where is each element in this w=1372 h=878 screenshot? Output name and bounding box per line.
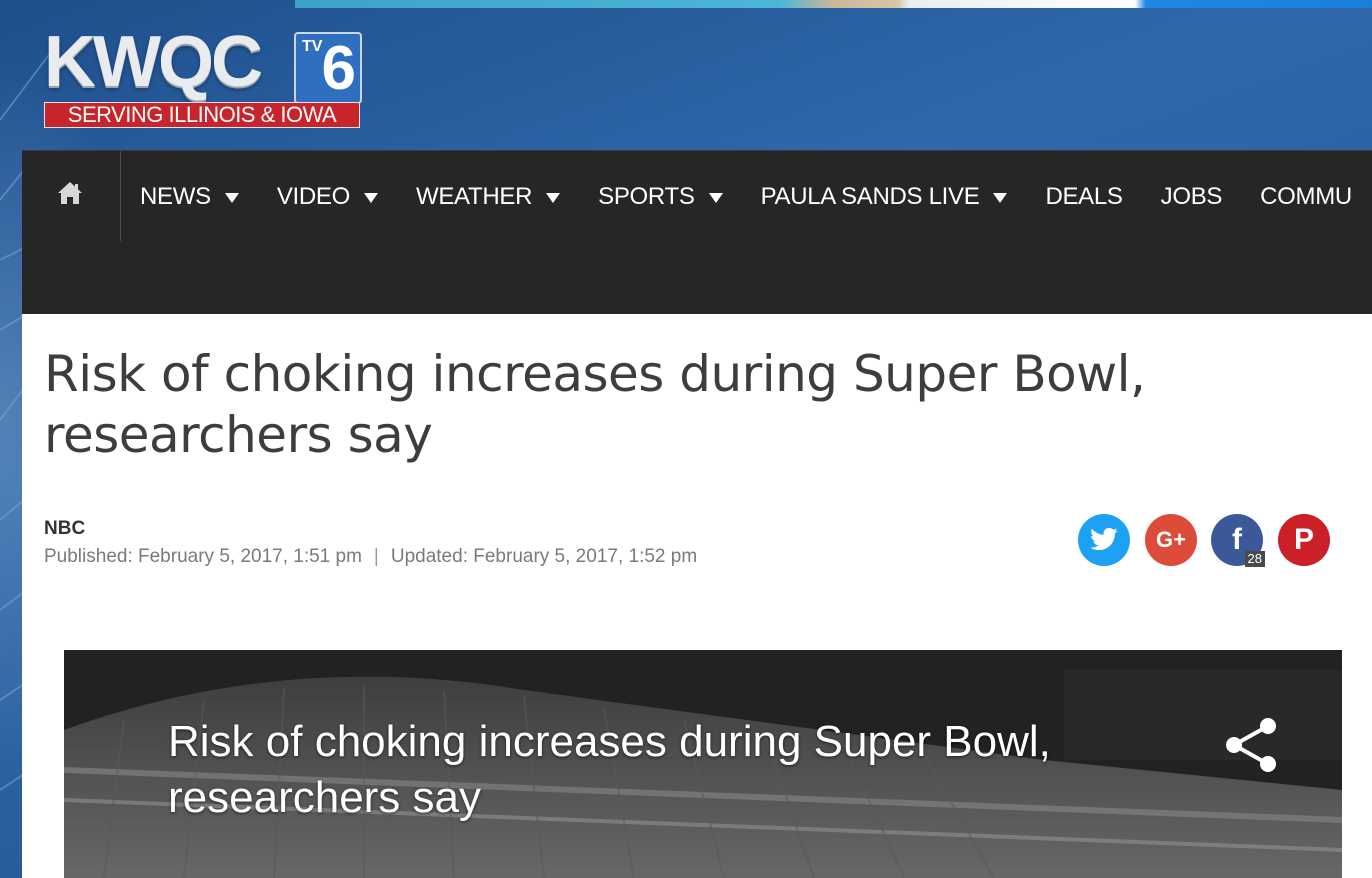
video-title: Risk of choking increases during Super B… bbox=[168, 717, 1051, 822]
nav-item-label: JOBS bbox=[1160, 183, 1223, 210]
published-date: Published: February 5, 2017, 1:51 pm bbox=[44, 546, 362, 567]
facebook-icon: f bbox=[1232, 523, 1242, 556]
twitter-icon bbox=[1090, 527, 1118, 551]
article-dates: Published: February 5, 2017, 1:51 pm | Upd… bbox=[44, 546, 697, 568]
logo-tv-label: TV bbox=[302, 38, 323, 55]
logo-channel-badge: TV 6 bbox=[294, 32, 362, 104]
nav-item-news[interactable]: NEWS bbox=[140, 181, 239, 213]
nav-item-weather[interactable]: WEATHER bbox=[416, 181, 561, 213]
date-separator: | bbox=[373, 546, 379, 567]
nav-item-label: PAULA SANDS LIVE bbox=[760, 183, 980, 210]
share-icon[interactable] bbox=[1222, 716, 1280, 774]
nav-item-sports[interactable]: SPORTS bbox=[598, 181, 723, 213]
nav-item-label: WEATHER bbox=[416, 183, 533, 210]
nav-item-label: NEWS bbox=[140, 183, 211, 210]
caret-down-icon bbox=[708, 193, 723, 203]
site-logo[interactable]: KWQC TV 6 SERVING ILLINOIS & IOWA bbox=[44, 26, 362, 128]
updated-date: Updated: February 5, 2017, 1:52 pm bbox=[390, 546, 698, 567]
article-headline: Risk of choking increases during Super B… bbox=[44, 345, 1146, 464]
nav-item-video[interactable]: VIDEO bbox=[277, 181, 378, 213]
video-player[interactable]: Risk of choking increases during Super B… bbox=[64, 650, 1342, 878]
logo-tagline: SERVING ILLINOIS & IOWA bbox=[44, 102, 360, 128]
nav-item-label: SPORTS bbox=[598, 183, 695, 210]
caret-down-icon bbox=[993, 193, 1008, 203]
logo-wordmark: KWQC bbox=[44, 22, 263, 102]
pinterest-icon: P bbox=[1293, 523, 1314, 556]
nav-item-label: DEALS bbox=[1045, 183, 1123, 210]
facebook-share-count: 28 bbox=[1244, 551, 1265, 567]
nav-item-label: COMMU bbox=[1260, 183, 1352, 210]
twitter-share-button[interactable] bbox=[1078, 514, 1130, 566]
top-advertisement[interactable] bbox=[295, 0, 1372, 8]
facebook-share-button[interactable]: f 28 bbox=[1211, 514, 1265, 567]
nav-home-button[interactable] bbox=[22, 151, 121, 241]
nav-item-paula-sands-live[interactable]: PAULA SANDS LIVE bbox=[761, 181, 1008, 213]
google-plus-share-button[interactable]: G+ bbox=[1145, 514, 1197, 566]
nav-item-community[interactable]: COMMU bbox=[1260, 181, 1352, 213]
nav-item-jobs[interactable]: JOBS bbox=[1160, 181, 1223, 213]
nav-items: NEWS VIDEO WEATHER SPORTS PAULA SANDS LI… bbox=[140, 181, 1372, 213]
caret-down-icon bbox=[224, 193, 239, 203]
nav-item-label: VIDEO bbox=[276, 183, 350, 210]
logo-channel-number: 6 bbox=[321, 34, 356, 103]
caret-down-icon bbox=[364, 193, 378, 203]
nav-item-deals[interactable]: DEALS bbox=[1045, 181, 1123, 213]
pinterest-share-button[interactable]: P bbox=[1278, 514, 1330, 566]
google-plus-icon: G+ bbox=[1156, 527, 1186, 552]
home-icon bbox=[58, 182, 82, 204]
caret-down-icon bbox=[546, 193, 561, 203]
main-navigation: NEWS VIDEO WEATHER SPORTS PAULA SANDS LI… bbox=[22, 150, 1372, 315]
article-container: Risk of choking increases during Super B… bbox=[22, 314, 1372, 878]
article-source: NBC bbox=[44, 518, 86, 539]
